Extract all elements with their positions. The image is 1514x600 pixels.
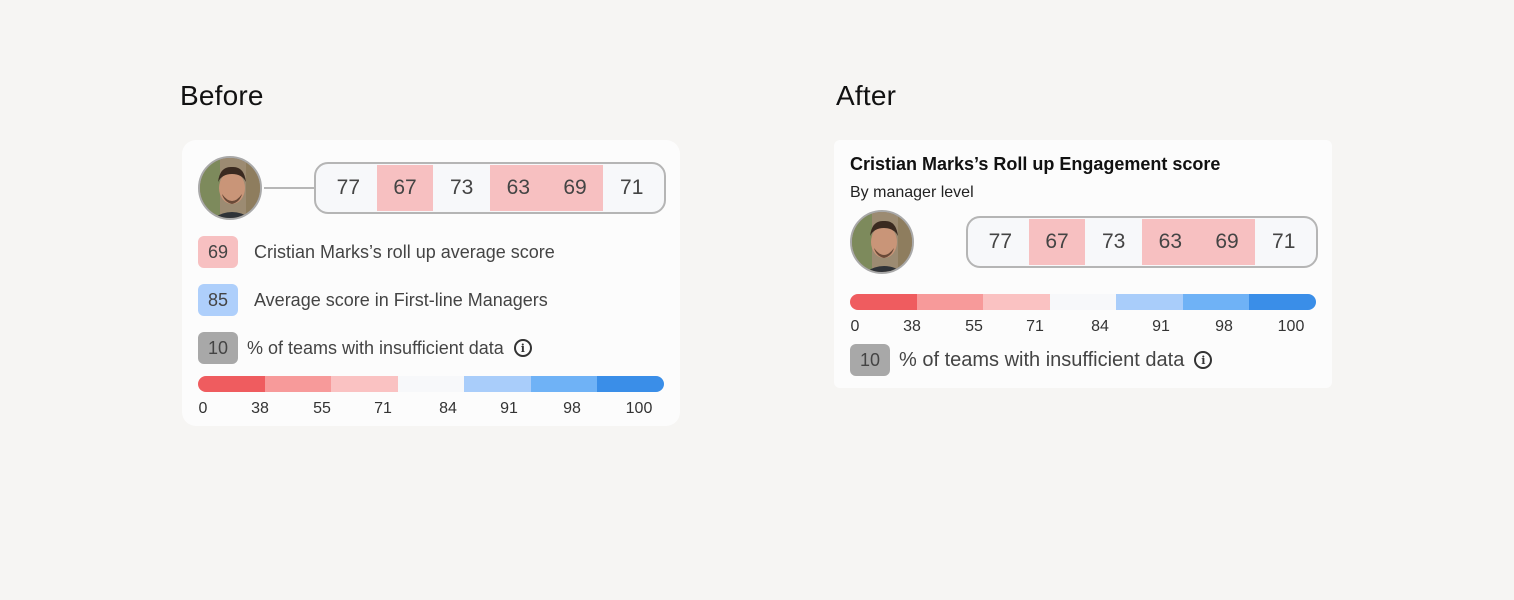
score-cell[interactable]: 71 — [603, 165, 660, 211]
first-line-score-label: Average score in First-line Managers — [254, 289, 548, 310]
score-cell[interactable]: 69 — [546, 165, 604, 211]
connector-line — [264, 187, 316, 189]
color-scale-bar — [850, 294, 1316, 310]
scale-label: 84 — [439, 400, 457, 417]
scale-label: 55 — [313, 400, 331, 417]
insufficient-data-label: % of teams with insufficient data — [247, 337, 504, 358]
scale-label: 38 — [251, 400, 269, 417]
scale-label: 91 — [1152, 318, 1170, 335]
scale-segment — [1049, 294, 1117, 310]
legend-insufficient-data: 10 % of teams with insufficient data i — [850, 344, 1213, 376]
average-score-label: Cristian Marks’s roll up average score — [254, 241, 555, 262]
scale-segment — [1116, 294, 1183, 310]
score-cell[interactable]: 77 — [972, 219, 1029, 265]
scale-labels: 0 38 55 71 84 91 98 100 — [198, 400, 664, 420]
legend-insufficient-data: 10 % of teams with insufficient data i — [198, 332, 532, 364]
score-strip: 77 67 73 63 69 71 — [314, 162, 666, 214]
color-scale-bar — [198, 376, 664, 392]
scale-segment — [530, 376, 598, 392]
scale-label: 71 — [374, 400, 392, 417]
scale-segment — [1182, 294, 1250, 310]
scale-segment — [264, 376, 332, 392]
score-cell[interactable]: 77 — [320, 165, 377, 211]
scale-segment — [983, 294, 1050, 310]
scale-segment — [198, 376, 265, 392]
legend-first-line-managers: 85 Average score in First-line Managers — [198, 284, 548, 316]
scale-label: 0 — [198, 400, 208, 417]
scale-segment — [331, 376, 398, 392]
scale-segment — [850, 294, 917, 310]
info-icon[interactable]: i — [513, 339, 532, 357]
avatar[interactable] — [198, 156, 262, 220]
score-cell[interactable]: 63 — [1142, 219, 1199, 265]
insufficient-data-badge: 10 — [198, 332, 238, 364]
card-title: Cristian Marks’s Roll up Engagement scor… — [850, 154, 1221, 174]
avatar-photo — [852, 212, 912, 272]
scale-segment — [1249, 294, 1316, 310]
scale-label: 100 — [625, 400, 653, 417]
insufficient-data-badge: 10 — [850, 344, 890, 376]
scale-labels: 0 38 55 71 84 91 98 100 — [850, 318, 1316, 338]
scale-label: 55 — [965, 318, 983, 335]
scale-segment — [397, 376, 465, 392]
before-heading: Before — [180, 80, 264, 111]
score-cell[interactable]: 71 — [1255, 219, 1312, 265]
scale-label: 71 — [1026, 318, 1044, 335]
score-cell[interactable]: 63 — [490, 165, 547, 211]
avatar-photo — [200, 158, 260, 218]
scale-label: 98 — [563, 400, 581, 417]
scale-label: 38 — [903, 318, 921, 335]
info-icon[interactable]: i — [1194, 351, 1213, 369]
card-subtitle: By manager level — [850, 184, 974, 201]
score-cell[interactable]: 67 — [376, 165, 434, 211]
first-line-score-badge: 85 — [198, 284, 238, 316]
insufficient-data-label: % of teams with insufficient data — [899, 348, 1185, 371]
avatar[interactable] — [850, 210, 914, 274]
scale-label: 84 — [1091, 318, 1109, 335]
legend-average-score: 69 Cristian Marks’s roll up average scor… — [198, 236, 555, 268]
scale-label: 0 — [850, 318, 860, 335]
before-card: 77 67 73 63 69 71 69 Cristian Marks’s ro… — [182, 140, 680, 426]
after-heading: After — [836, 80, 897, 111]
scale-label: 91 — [500, 400, 518, 417]
score-cell[interactable]: 73 — [433, 165, 490, 211]
after-card: Cristian Marks’s Roll up Engagement scor… — [834, 140, 1332, 388]
scale-segment — [464, 376, 531, 392]
scale-label: 100 — [1277, 318, 1305, 335]
scale-label: 98 — [1215, 318, 1233, 335]
scale-segment — [916, 294, 984, 310]
score-cell[interactable]: 69 — [1198, 219, 1256, 265]
score-cell[interactable]: 67 — [1028, 219, 1086, 265]
average-score-badge: 69 — [198, 236, 238, 268]
score-cell[interactable]: 73 — [1085, 219, 1142, 265]
score-strip: 77 67 73 63 69 71 — [966, 216, 1318, 268]
scale-segment — [597, 376, 664, 392]
